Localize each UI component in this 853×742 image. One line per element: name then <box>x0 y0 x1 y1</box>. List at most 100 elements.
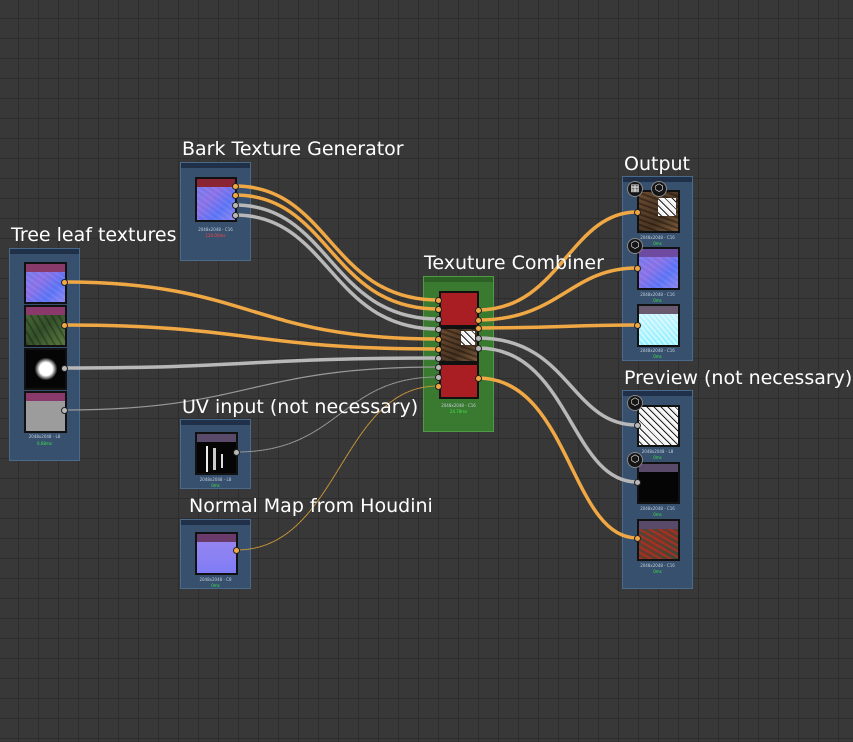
thumbnail-header-strip <box>639 521 678 529</box>
thumbnail-header-strip <box>639 249 678 257</box>
node-header[interactable] <box>181 520 250 525</box>
input-port[interactable] <box>435 326 442 333</box>
input-port[interactable] <box>435 297 442 304</box>
preview-caption-2: 2048x2048 - C16 <box>640 506 675 511</box>
bark-texture-generator-node[interactable]: 2048x2048 - C16 120.00ms <box>180 162 251 261</box>
input-port[interactable] <box>634 209 641 216</box>
node-timing: 120.00ms <box>205 233 226 238</box>
input-port[interactable] <box>435 316 442 323</box>
output-port[interactable] <box>232 212 239 219</box>
node-caption: 2048x2048 - L8 <box>28 434 61 439</box>
frame-title-leaf: Tree leaf textures <box>11 224 177 246</box>
thumbnail-header-strip <box>639 306 678 314</box>
thumbnail-header-strip <box>26 264 65 272</box>
output-caption-2: 2048x2048 - C16 <box>640 292 675 297</box>
frame-title-preview: Preview (not necessary) <box>624 367 853 389</box>
output-port[interactable] <box>475 335 482 342</box>
preview-thumbnail-noise[interactable] <box>637 405 680 447</box>
wire[interactable] <box>476 336 639 427</box>
frame-title-output: Output <box>624 153 690 175</box>
input-port[interactable] <box>435 355 442 362</box>
uv-input-node[interactable]: 2048x2048 - L8 0ms <box>180 419 251 489</box>
node-header[interactable] <box>10 249 79 254</box>
output-node[interactable]: 2048x2048 - C16 0ms 2048x2048 - C16 0ms … <box>622 176 693 361</box>
input-port[interactable] <box>634 479 641 486</box>
normal-map-thumbnail[interactable] <box>195 532 238 575</box>
preview-thumbnail-mix[interactable] <box>637 519 680 561</box>
input-port[interactable] <box>435 383 442 390</box>
preview-node[interactable]: 2048x2048 - L8 0ms 2048x2048 - C16 0ms 2… <box>622 390 693 589</box>
thumbnail-header-strip <box>639 464 678 472</box>
output-port[interactable] <box>233 449 240 456</box>
wire[interactable] <box>62 323 440 351</box>
output-caption-3: 2048x2048 - C16 <box>640 348 675 353</box>
frame-title-combiner: Texuture Combiner <box>424 252 604 274</box>
wire[interactable] <box>233 213 440 331</box>
input-port[interactable] <box>634 265 641 272</box>
wire[interactable] <box>233 203 440 321</box>
input-port[interactable] <box>435 306 442 313</box>
output-port[interactable] <box>61 365 68 372</box>
combiner-thumbnail-top[interactable] <box>439 291 479 327</box>
frame-title-uv: UV input (not necessary) <box>182 396 419 418</box>
output-thumbnail-normal[interactable] <box>637 247 680 290</box>
node-header[interactable] <box>424 277 493 282</box>
output-port[interactable] <box>475 317 482 324</box>
wire[interactable] <box>476 323 639 330</box>
thumbnail-header-strip <box>197 179 235 187</box>
preview-thumbnail-black[interactable] <box>637 462 680 504</box>
node-timing: 0ms <box>211 483 220 488</box>
bark-output-thumbnail[interactable] <box>195 177 237 222</box>
uv-island <box>221 454 223 468</box>
node-header[interactable] <box>181 163 250 168</box>
cube-icon[interactable]: ⬡ <box>627 238 643 254</box>
combiner-thumbnail-middle[interactable] <box>439 327 479 363</box>
thumbnail-header-strip <box>197 434 236 442</box>
input-port[interactable] <box>435 346 442 353</box>
output-port[interactable] <box>232 202 239 209</box>
cube-icon[interactable]: ⬡ <box>627 395 643 411</box>
input-port[interactable] <box>435 336 442 343</box>
uv-thumbnail[interactable] <box>195 432 238 475</box>
wire[interactable] <box>62 356 440 370</box>
output-port[interactable] <box>232 192 239 199</box>
output-port[interactable] <box>61 407 68 414</box>
input-port[interactable] <box>634 422 641 429</box>
wire[interactable] <box>233 193 440 311</box>
texture-combiner-node[interactable]: 2048x2048 - C16 24.78ms <box>423 276 494 432</box>
output-port[interactable] <box>61 322 68 329</box>
node-caption: 2048x2048 - C16 <box>198 227 233 232</box>
checker-icon[interactable]: ▦ <box>627 181 643 197</box>
wire[interactable] <box>62 280 440 341</box>
combiner-thumbnail-bottom[interactable] <box>439 363 479 399</box>
wire[interactable] <box>476 376 639 540</box>
normal-map-node[interactable]: 2048x2048 - C8 0ms <box>180 519 251 589</box>
tree-leaf-textures-node[interactable]: 2048x2048 - L8 0.68ms <box>9 248 80 461</box>
cube-icon[interactable]: ⬡ <box>651 181 667 197</box>
wire[interactable] <box>476 346 639 484</box>
input-port[interactable] <box>435 364 442 371</box>
preview-timing-3: 0ms <box>653 569 662 574</box>
output-port[interactable] <box>232 183 239 190</box>
wire[interactable] <box>233 184 440 302</box>
input-port[interactable] <box>634 535 641 542</box>
output-port[interactable] <box>475 345 482 352</box>
output-port[interactable] <box>475 375 482 382</box>
node-header[interactable] <box>181 420 250 425</box>
noise-inset <box>658 198 676 216</box>
output-thumbnail-cyan[interactable] <box>637 304 680 347</box>
frame-title-bark: Bark Texture Generator <box>182 138 404 160</box>
node-timing: 0ms <box>211 583 220 588</box>
input-port[interactable] <box>435 374 442 381</box>
output-port[interactable] <box>61 279 68 286</box>
output-port[interactable] <box>233 547 240 554</box>
input-port[interactable] <box>634 322 641 329</box>
node-timing: 24.78ms <box>449 409 468 414</box>
wire[interactable] <box>476 266 639 322</box>
cube-icon[interactable]: ⬡ <box>627 452 643 468</box>
thumbnail-header-strip <box>197 534 236 542</box>
output-port[interactable] <box>475 325 482 332</box>
output-timing-3: 0ms <box>653 354 662 359</box>
node-caption: 2048x2048 - C16 <box>441 403 476 408</box>
output-port[interactable] <box>475 307 482 314</box>
